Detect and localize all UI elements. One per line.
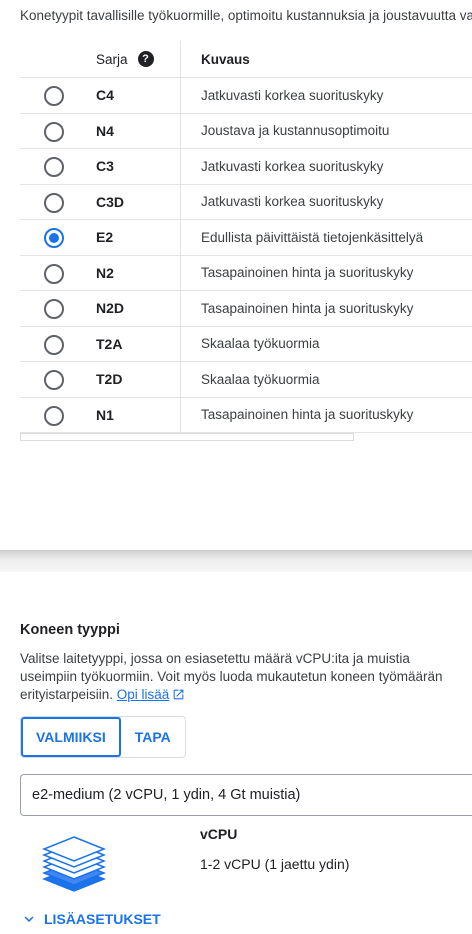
learn-more-link[interactable]: Opi lisää <box>117 687 170 702</box>
radio-cell <box>20 327 86 362</box>
description-line-3: erityistarpeisiin. Opi lisää <box>20 686 472 706</box>
header-series: Sarja ? <box>96 41 180 77</box>
radio-cell <box>20 398 86 433</box>
series-radio[interactable] <box>44 157 64 178</box>
table-row[interactable]: C3 Jatkuvasti korkea suorituskyky <box>20 149 472 185</box>
series-name: N4 <box>96 122 114 139</box>
tab-custom[interactable]: TAPA <box>121 717 185 757</box>
radio-cell <box>20 78 86 113</box>
table-row[interactable]: N2D Tasapainoinen hinta ja suorituskyky <box>20 291 472 327</box>
radio-cell <box>20 256 86 291</box>
series-name: N2 <box>96 264 114 281</box>
advanced-settings-toggle[interactable]: LISÄASETUKSET <box>20 910 161 928</box>
series-radio[interactable] <box>44 192 64 213</box>
series-table-header: Sarja ? Kuvaus <box>20 41 472 78</box>
header-description-label: Kuvaus <box>201 51 250 67</box>
radio-cell <box>20 220 86 255</box>
table-row[interactable]: N4 Joustava ja kustannusoptimoitu <box>20 113 472 149</box>
machine-type-select[interactable]: e2-medium (2 vCPU, 1 ydin, 4 Gt muistia) <box>20 774 472 816</box>
machine-type-description: Valitse laitetyyppi, jossa on esiasetett… <box>20 650 472 706</box>
machine-type-mode-toggle: VALMIIKSI TAPA <box>20 716 186 758</box>
table-row[interactable]: N1 Tasapainoinen hinta ja suorituskyky <box>20 397 472 433</box>
tab-preset[interactable]: VALMIIKSI <box>21 717 121 757</box>
header-description: Kuvaus <box>180 41 472 77</box>
series-table: Sarja ? Kuvaus C4 Jatkuvasti korkea suori… <box>20 41 472 433</box>
series-description: Tasapainoinen hinta ja suorituskyky <box>180 397 472 432</box>
table-horizontal-scrollbar[interactable] <box>20 433 354 441</box>
description-line-1: Valitse laitetyyppi, jossa on esiasetett… <box>20 651 410 666</box>
series-name: N2D <box>96 300 125 317</box>
series-name: C3 <box>96 158 114 175</box>
series-radio[interactable] <box>44 228 64 249</box>
table-row[interactable]: C3D Jatkuvasti korkea suorituskyky <box>20 184 472 220</box>
section-divider <box>0 550 472 572</box>
description-line-3-text: erityistarpeisiin. <box>20 687 114 702</box>
radio-cell <box>20 185 86 220</box>
header-series-label: Sarja <box>96 51 128 67</box>
series-name: C4 <box>96 87 114 104</box>
series-name: E2 <box>96 229 114 246</box>
radio-cell <box>20 149 86 184</box>
series-description: Joustava ja kustannusoptimoitu <box>180 113 472 148</box>
description-line-2: useimpiin työkuormiin. Voit myös luoda m… <box>20 669 443 684</box>
series-description: Tasapainoinen hinta ja suorituskyky <box>180 255 472 290</box>
series-name: C3D <box>96 193 125 210</box>
vcpu-value: 1-2 vCPU (1 jaettu ydin) <box>200 856 350 872</box>
series-radio[interactable] <box>44 370 64 391</box>
vcpu-label: vCPU <box>200 826 238 842</box>
series-radio[interactable] <box>44 334 64 355</box>
open-in-new-icon[interactable] <box>172 688 185 706</box>
table-row[interactable]: E2 Edullista päivittäistä tietojenkäsitte… <box>20 220 472 256</box>
layers-stack-icon <box>38 823 110 895</box>
chevron-down-icon <box>24 916 34 922</box>
table-row[interactable]: C4 Jatkuvasti korkea suorituskyky <box>20 78 472 114</box>
series-description: Jatkuvasti korkea suorituskyky <box>180 184 472 219</box>
series-description: Tasapainoinen hinta ja suorituskyky <box>180 291 472 326</box>
table-row[interactable]: T2D Skaalaa työkuormia <box>20 362 472 398</box>
series-radio[interactable] <box>44 405 64 426</box>
machine-family-intro: Konetyypit tavallisille työkuormille, op… <box>20 8 472 23</box>
series-radio[interactable] <box>44 263 64 284</box>
table-row[interactable]: N2 Tasapainoinen hinta ja suorituskyky <box>20 255 472 291</box>
machine-type-title: Koneen tyyppi <box>20 622 120 638</box>
series-name: N1 <box>96 406 114 423</box>
series-description: Jatkuvasti korkea suorituskyky <box>180 149 472 184</box>
radio-cell <box>20 362 86 397</box>
series-radio[interactable] <box>44 86 64 107</box>
series-description: Skaalaa työkuormia <box>180 326 472 361</box>
series-description: Edullista päivittäistä tietojenkäsittely… <box>180 220 472 255</box>
help-icon[interactable]: ? <box>137 51 154 67</box>
table-row[interactable]: T2A Skaalaa työkuormia <box>20 326 472 362</box>
radio-cell <box>20 114 86 149</box>
series-radio[interactable] <box>44 299 64 320</box>
advanced-settings-label: LISÄASETUKSET <box>44 911 161 927</box>
series-description: Skaalaa työkuormia <box>180 362 472 397</box>
radio-cell <box>20 291 86 326</box>
series-name: T2A <box>96 335 123 352</box>
series-radio[interactable] <box>44 121 64 142</box>
series-name: T2D <box>96 371 123 388</box>
series-description: Jatkuvasti korkea suorituskyky <box>180 78 472 113</box>
